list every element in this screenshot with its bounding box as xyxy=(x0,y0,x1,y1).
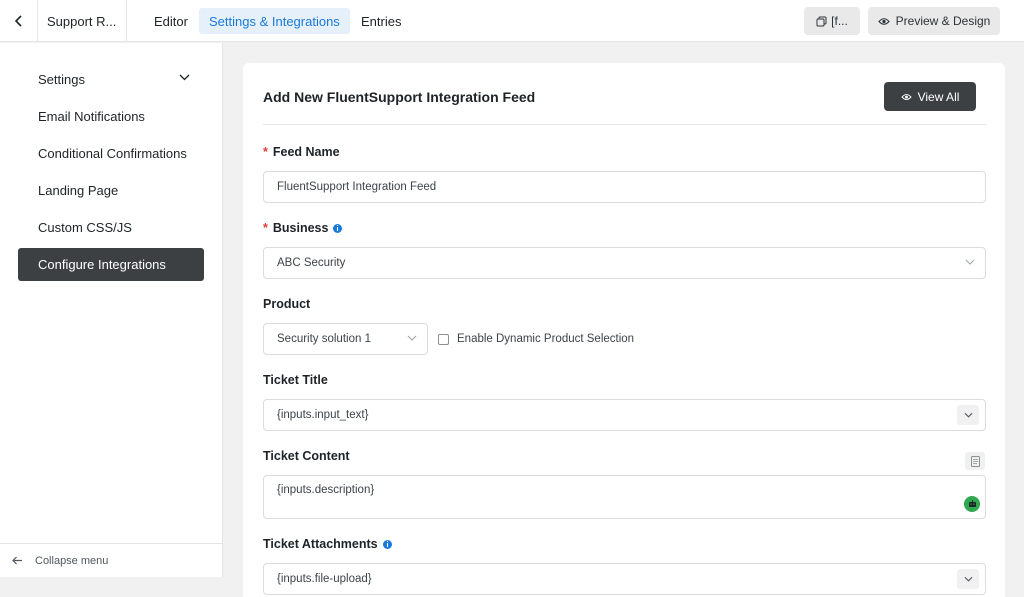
ticket-content-value: {inputs.description} xyxy=(277,484,375,496)
dynamic-product-label[interactable]: Enable Dynamic Product Selection xyxy=(457,333,634,345)
view-all-button[interactable]: View All xyxy=(884,82,976,111)
ai-assistant-button[interactable] xyxy=(964,496,980,512)
header-divider xyxy=(263,124,986,125)
copy-icon xyxy=(816,16,827,26)
eye-icon xyxy=(900,93,912,100)
sidebar-item-configure-integrations[interactable]: Configure Integrations xyxy=(18,248,204,281)
ticket-attachments-label-text: Ticket Attachments xyxy=(263,537,378,551)
ticket-title-value: {inputs.input_text} xyxy=(277,409,369,421)
feed-name-value: FluentSupport Integration Feed xyxy=(277,181,437,193)
info-glyph xyxy=(386,541,388,547)
ticket-attachments-value: {inputs.file-upload} xyxy=(277,573,372,585)
back-button[interactable] xyxy=(0,0,38,42)
shortcode-dropdown-button[interactable] xyxy=(957,405,979,425)
ticket-content-textarea[interactable]: {inputs.description} xyxy=(263,475,986,519)
preview-design-label: Preview & Design xyxy=(895,14,991,28)
required-marker: * xyxy=(263,221,268,235)
page-title: Add New FluentSupport Integration Feed xyxy=(263,89,536,105)
shortcode-dropdown-button[interactable] xyxy=(957,569,979,589)
feed-name-label-text: Feed Name xyxy=(272,145,340,159)
chevron-down-icon xyxy=(407,335,417,341)
business-label: * Business xyxy=(263,221,343,235)
tab-entries[interactable]: Entries xyxy=(351,8,411,34)
ticket-title-label-text: Ticket Title xyxy=(263,373,328,387)
required-marker: * xyxy=(263,145,268,159)
feed-name-label: * Feed Name xyxy=(263,145,340,159)
product-select[interactable]: Security solution 1 xyxy=(263,323,428,355)
tab-settings-integrations[interactable]: Settings & Integrations xyxy=(199,8,350,34)
ticket-attachments-label: Ticket Attachments xyxy=(263,537,392,551)
insert-shortcode-button[interactable] xyxy=(965,452,985,470)
tab-editor[interactable]: Editor xyxy=(144,8,198,34)
form-name[interactable]: Support R... xyxy=(38,0,127,42)
settings-sidebar: Settings Email Notifications Conditional… xyxy=(0,43,223,577)
info-icon[interactable] xyxy=(382,539,392,549)
chevron-down-icon xyxy=(965,259,975,265)
sidebar-item-email-notifications[interactable]: Email Notifications xyxy=(18,100,204,133)
chevron-down-icon xyxy=(964,576,972,582)
business-label-text: Business xyxy=(272,221,329,235)
ticket-content-label-text: Ticket Content xyxy=(263,449,350,463)
ticket-title-input[interactable]: {inputs.input_text} xyxy=(263,399,986,431)
view-all-label: View All xyxy=(917,89,960,104)
shortcode-button[interactable]: [f... xyxy=(804,7,860,35)
top-bar: Support R... Editor Settings & Integrati… xyxy=(0,0,1024,42)
shortcode-label: [f... xyxy=(831,14,848,28)
preview-design-button[interactable]: Preview & Design xyxy=(868,7,1000,35)
ticket-attachments-input[interactable]: {inputs.file-upload} xyxy=(263,563,986,595)
ticket-content-label: Ticket Content xyxy=(263,449,350,463)
arrow-left-icon xyxy=(12,556,22,565)
info-glyph xyxy=(337,225,339,231)
info-icon[interactable] xyxy=(333,223,343,233)
sidebar-item-conditional-confirmations[interactable]: Conditional Confirmations xyxy=(18,137,204,170)
sidebar-item-landing-page[interactable]: Landing Page xyxy=(18,174,204,207)
robot-icon xyxy=(968,500,976,507)
collapse-menu-label: Collapse menu xyxy=(35,554,109,567)
product-label: Product xyxy=(263,297,310,311)
collapse-menu-button[interactable]: Collapse menu xyxy=(0,543,223,577)
integration-feed-card: Add New FluentSupport Integration Feed V… xyxy=(243,63,1005,597)
sidebar-item-settings[interactable]: Settings xyxy=(18,63,204,96)
product-label-text: Product xyxy=(263,297,311,311)
chevron-down-icon xyxy=(964,412,972,418)
document-icon xyxy=(970,455,980,467)
sidebar-item-label: Settings xyxy=(38,72,85,87)
sidebar-item-custom-css-js[interactable]: Custom CSS/JS xyxy=(18,211,204,244)
feed-name-input[interactable]: FluentSupport Integration Feed xyxy=(263,171,986,203)
product-value: Security solution 1 xyxy=(277,333,371,345)
business-select[interactable]: ABC Security xyxy=(263,247,986,279)
ticket-title-label: Ticket Title xyxy=(263,373,328,387)
chevron-left-icon xyxy=(14,15,22,27)
dynamic-product-checkbox[interactable] xyxy=(438,334,449,345)
business-value: ABC Security xyxy=(277,257,346,269)
eye-icon xyxy=(877,17,890,25)
chevron-down-icon xyxy=(179,74,190,81)
